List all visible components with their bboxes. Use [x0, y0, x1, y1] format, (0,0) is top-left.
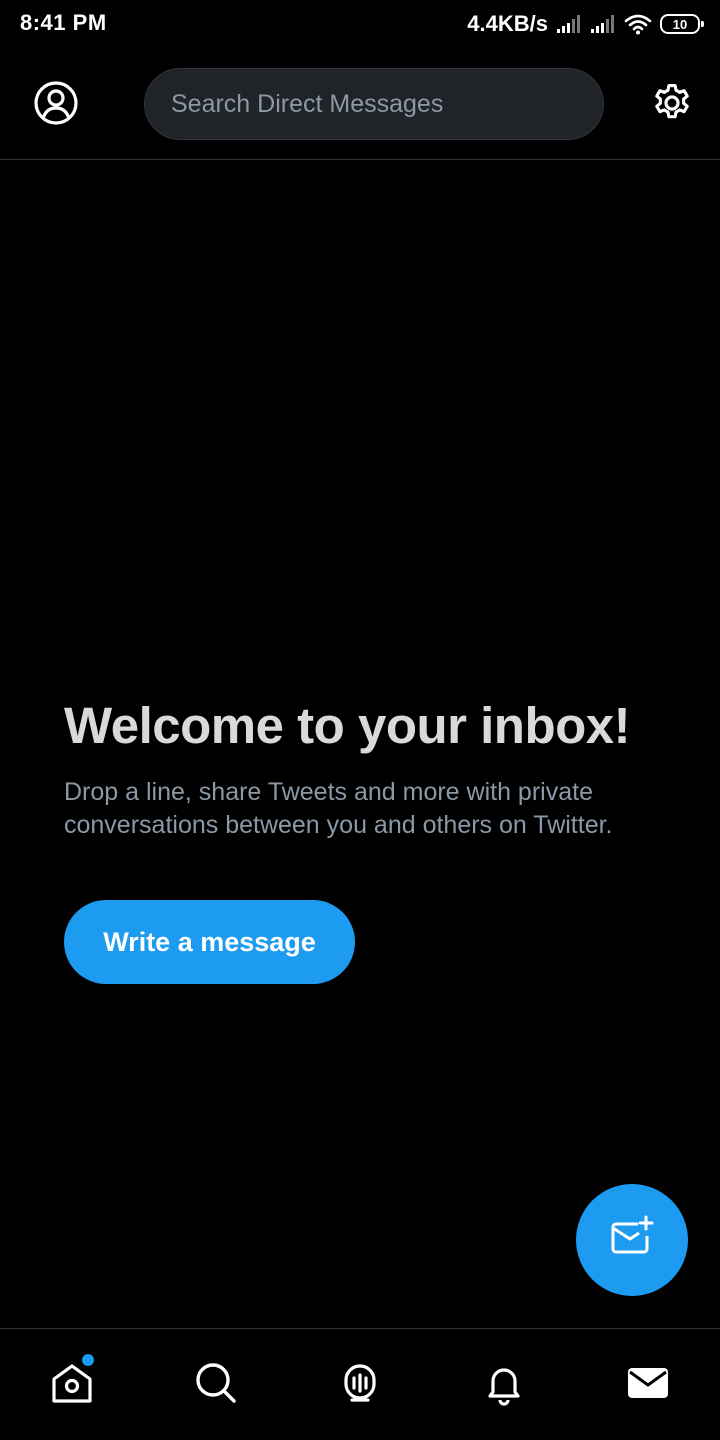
profile-button[interactable]: [32, 80, 80, 131]
signal-icon-2: [590, 14, 616, 34]
welcome-description: Drop a line, share Tweets and more with …: [64, 778, 613, 839]
nav-search[interactable]: [188, 1357, 244, 1413]
new-message-fab[interactable]: [576, 1184, 688, 1296]
search-input[interactable]: [169, 88, 603, 120]
network-speed: 4.4KB/s: [467, 11, 548, 36]
settings-button[interactable]: [648, 81, 696, 129]
new-message-icon: [608, 1214, 656, 1267]
nav-home[interactable]: [44, 1354, 100, 1413]
write-message-button[interactable]: Write a message: [64, 900, 355, 984]
status-time: 8:41 PM: [20, 10, 107, 35]
mail-icon: [625, 1360, 671, 1411]
welcome-title: Welcome to your inbox!: [64, 697, 631, 754]
status-icons: 4.4KB/s 10: [467, 10, 704, 38]
search-icon: [193, 1360, 239, 1411]
header: [0, 48, 720, 160]
bell-icon: [481, 1360, 527, 1411]
battery-icon: 10: [660, 14, 704, 34]
profile-icon: [33, 80, 79, 131]
nav-notifications[interactable]: [476, 1357, 532, 1413]
notification-dot: [82, 1354, 94, 1366]
status-bar: 8:41 PM 4.4KB/s 10: [0, 0, 720, 48]
wifi-icon: [624, 13, 652, 35]
home-icon: [49, 1360, 95, 1411]
search-box[interactable]: [144, 68, 604, 140]
bottom-nav: [0, 1328, 720, 1440]
nav-spaces[interactable]: [332, 1357, 388, 1413]
welcome-section: Welcome to your inbox! Drop a line, shar…: [64, 696, 664, 842]
signal-icon: [556, 14, 582, 34]
gear-icon: [650, 81, 694, 130]
nav-messages[interactable]: [620, 1357, 676, 1413]
spaces-icon: [337, 1360, 383, 1411]
